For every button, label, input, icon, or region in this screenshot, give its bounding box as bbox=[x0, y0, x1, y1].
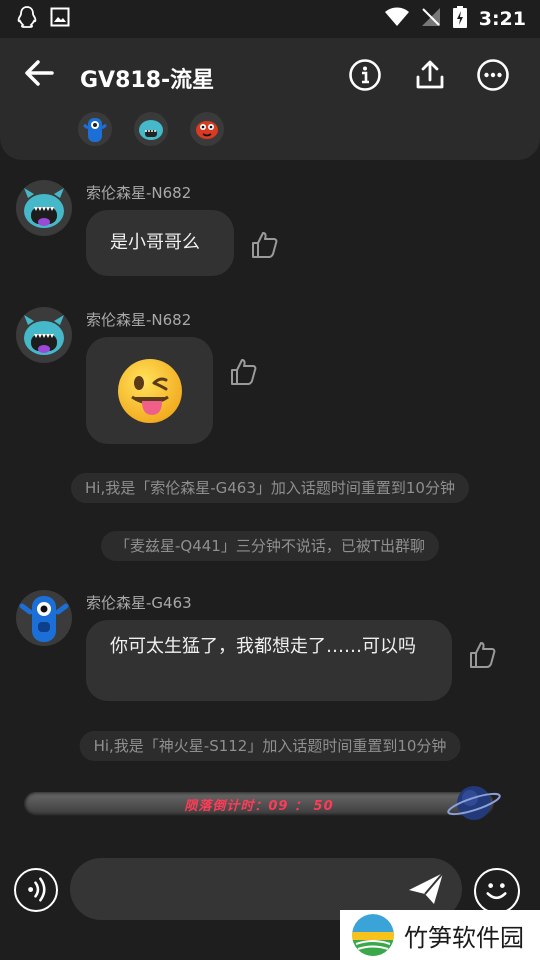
qq-icon bbox=[16, 5, 38, 33]
more-icon[interactable] bbox=[476, 58, 510, 92]
share-icon[interactable] bbox=[413, 58, 447, 92]
voice-input-button[interactable] bbox=[14, 868, 58, 912]
member-list bbox=[78, 112, 224, 146]
planet-icon bbox=[447, 786, 501, 820]
image-icon bbox=[50, 7, 70, 31]
thumbs-up-icon[interactable] bbox=[229, 357, 259, 387]
watermark: 竹笋软件园 bbox=[340, 910, 540, 960]
system-notice: Hi,我是「神火星-S112」加入话题时间重置到10分钟 bbox=[79, 731, 461, 761]
send-icon[interactable] bbox=[406, 870, 446, 908]
emoji-button[interactable] bbox=[474, 868, 520, 914]
sender-avatar[interactable] bbox=[16, 590, 72, 646]
sender-name: 索伦森星-N682 bbox=[86, 311, 192, 329]
watermark-text: 竹笋软件园 bbox=[404, 923, 524, 952]
countdown-bar: 陨落倒计时：09 ： 50 bbox=[24, 792, 494, 816]
thumbs-up-icon[interactable] bbox=[250, 230, 280, 260]
back-arrow-icon[interactable] bbox=[22, 56, 56, 90]
watermark-logo bbox=[352, 914, 394, 956]
member-avatar-red-monster[interactable] bbox=[190, 112, 224, 146]
chat-title: GV818-流星 bbox=[80, 68, 215, 93]
no-signal-icon bbox=[421, 7, 441, 31]
emoji-message-bubble[interactable] bbox=[86, 337, 213, 444]
member-avatar-teal-monster[interactable] bbox=[134, 112, 168, 146]
sender-avatar[interactable] bbox=[16, 180, 72, 236]
voice-icon bbox=[28, 877, 46, 902]
sender-name: 索伦森星-N682 bbox=[86, 184, 192, 202]
sender-name: 索伦森星-G463 bbox=[86, 594, 192, 612]
countdown-label: 陨落倒计时： bbox=[184, 799, 269, 814]
chat-header: GV818-流星 bbox=[0, 38, 540, 160]
winking-tongue-emoji-icon bbox=[117, 358, 182, 423]
status-bar: 3:21 bbox=[0, 0, 540, 38]
countdown-text: 陨落倒计时：09 ： 50 bbox=[24, 795, 494, 814]
countdown-time: 09 ： 50 bbox=[268, 799, 334, 814]
info-icon[interactable] bbox=[348, 58, 382, 92]
status-time: 3:21 bbox=[478, 8, 526, 30]
message-bubble[interactable]: 你可太生猛了，我都想走了……可以吗 bbox=[86, 620, 452, 701]
wifi-icon bbox=[384, 7, 409, 31]
member-avatar-blue-monster[interactable] bbox=[78, 112, 112, 146]
battery-icon bbox=[452, 6, 467, 32]
sender-avatar[interactable] bbox=[16, 307, 72, 363]
system-notice: Hi,我是「索伦森星-G463」加入话题时间重置到10分钟 bbox=[71, 473, 469, 503]
system-notice: 「麦兹星-Q441」三分钟不说话，已被T出群聊 bbox=[100, 531, 440, 561]
smiley-icon bbox=[486, 883, 507, 900]
thumbs-up-icon[interactable] bbox=[468, 640, 498, 670]
message-bubble[interactable]: 是小哥哥么 bbox=[86, 210, 234, 276]
